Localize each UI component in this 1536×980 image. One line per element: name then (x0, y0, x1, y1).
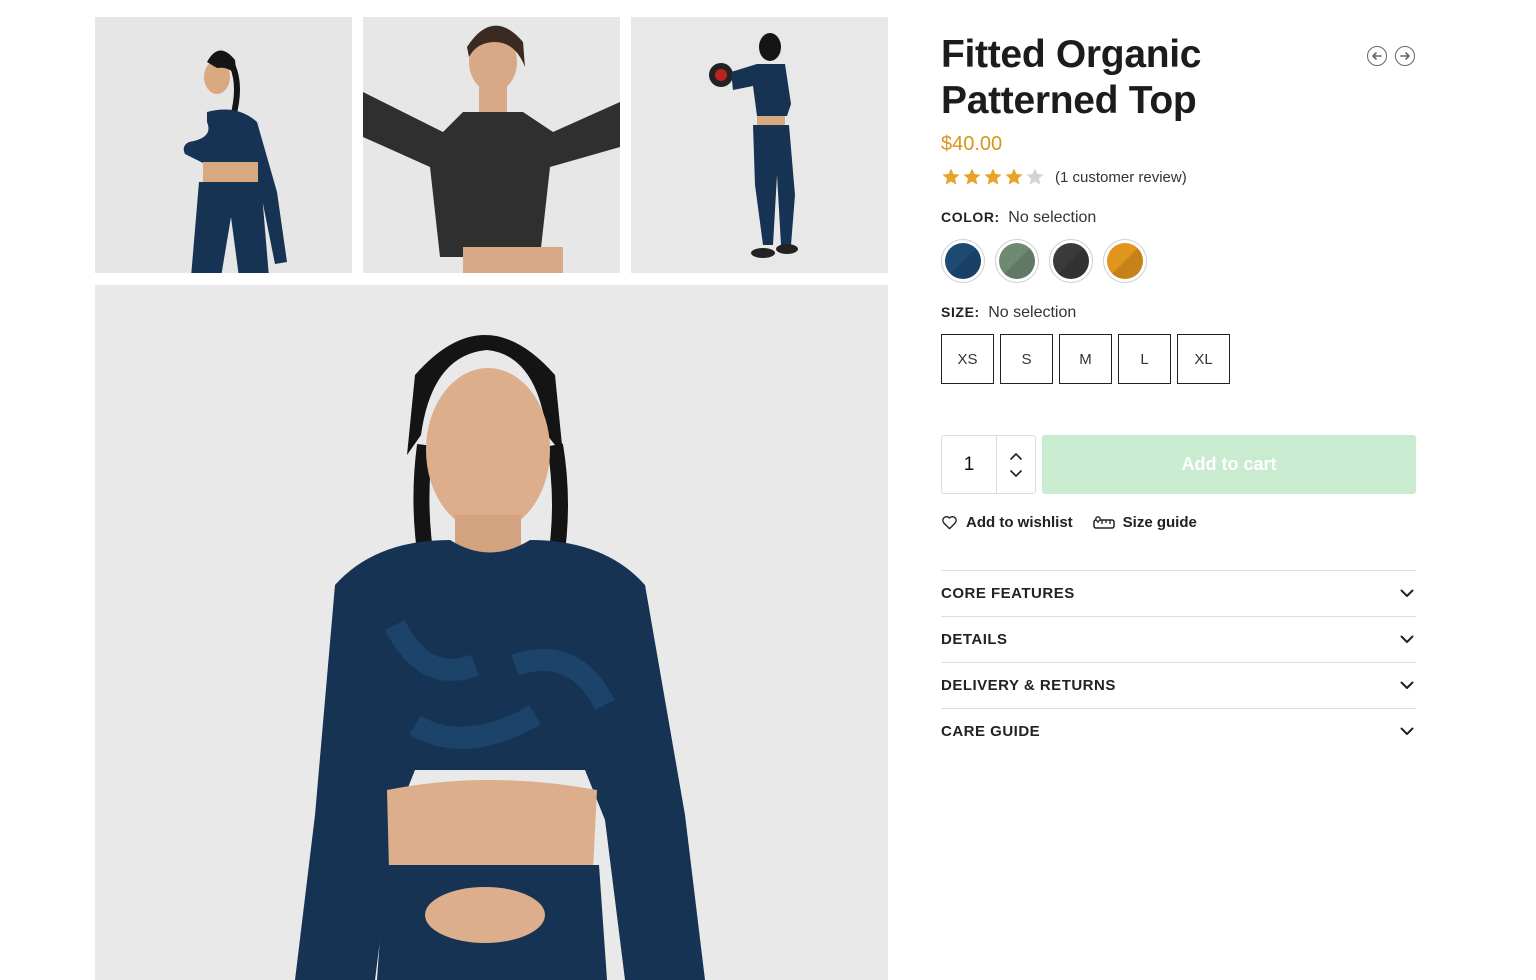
quantity-step-controls (997, 436, 1035, 493)
size-button-l[interactable]: L (1118, 334, 1171, 384)
chevron-down-icon (1400, 635, 1414, 643)
gallery-thumbnail-1[interactable] (95, 17, 352, 273)
color-swatch-charcoal[interactable] (1049, 239, 1093, 283)
chevron-down-icon (1400, 727, 1414, 735)
arrow-left-icon (1372, 52, 1382, 60)
size-guide-label: Size guide (1122, 514, 1197, 531)
add-to-cart-button[interactable]: Add to cart (1042, 435, 1416, 494)
product-accordion: CORE FEATURES DETAILS DELIVERY & RETURNS CA… (941, 570, 1416, 754)
arrow-right-icon (1400, 52, 1410, 60)
size-option-label: SIZE: No selection (941, 304, 1076, 322)
color-option-label: COLOR: No selection (941, 209, 1096, 227)
size-selection-value: No selection (988, 304, 1077, 321)
accordion-title: DELIVERY & RETURNS (941, 677, 1116, 694)
star-filled-icon (942, 168, 960, 185)
model-side-pose-image (95, 17, 352, 273)
quantity-decrease-button[interactable] (1009, 469, 1023, 479)
accordion-core-features[interactable]: CORE FEATURES (941, 570, 1416, 616)
size-button-xl[interactable]: XL (1177, 334, 1230, 384)
swatch-fill (1053, 243, 1089, 279)
size-label: SIZE: (941, 304, 980, 320)
star-empty-icon (1026, 168, 1044, 185)
model-front-image (95, 285, 888, 980)
accordion-delivery-returns[interactable]: DELIVERY & RETURNS (941, 662, 1416, 708)
chevron-up-icon (1010, 452, 1022, 460)
size-buttons: XS S M L XL (941, 334, 1230, 384)
swatch-fill (999, 243, 1035, 279)
ruler-icon (1092, 515, 1115, 529)
gallery-thumbnail-3[interactable] (631, 17, 888, 273)
heart-icon (942, 516, 957, 530)
quantity-input[interactable] (942, 436, 997, 493)
star-filled-icon (984, 168, 1002, 185)
product-rating: (1 customer review) (941, 167, 1187, 187)
color-swatch-orange[interactable] (1103, 239, 1147, 283)
star-filled-icon (963, 168, 981, 185)
model-charcoal-top-image (363, 17, 620, 273)
star-rating (941, 167, 1045, 187)
size-button-s[interactable]: S (1000, 334, 1053, 384)
color-swatch-green-grey[interactable] (995, 239, 1039, 283)
size-button-xs[interactable]: XS (941, 334, 994, 384)
swatch-fill (945, 243, 981, 279)
review-count-link[interactable]: (1 customer review) (1055, 169, 1187, 186)
wishlist-label: Add to wishlist (966, 514, 1073, 531)
chevron-down-icon (1400, 589, 1414, 597)
main-product-image[interactable] (95, 285, 888, 980)
previous-product-button[interactable] (1367, 46, 1387, 66)
quantity-stepper (941, 435, 1036, 494)
next-product-button[interactable] (1395, 46, 1415, 66)
size-guide-link[interactable]: Size guide (1092, 514, 1197, 531)
color-swatch-blue[interactable] (941, 239, 985, 283)
product-navigation (1367, 46, 1415, 66)
swatch-fill (1107, 243, 1143, 279)
star-filled-icon (1005, 168, 1023, 185)
accordion-title: DETAILS (941, 631, 1008, 648)
chevron-down-icon (1010, 469, 1022, 477)
color-label: COLOR: (941, 209, 1000, 225)
color-selection-value: No selection (1008, 209, 1097, 226)
accordion-title: CORE FEATURES (941, 585, 1075, 602)
add-to-wishlist-link[interactable]: Add to wishlist (941, 514, 1073, 531)
product-price: $40.00 (941, 133, 1003, 155)
gallery-thumbnail-2[interactable] (363, 17, 620, 273)
accordion-title: CARE GUIDE (941, 723, 1041, 740)
product-actions: Add to wishlist Size guide (941, 514, 1197, 531)
size-button-m[interactable]: M (1059, 334, 1112, 384)
accordion-care-guide[interactable]: CARE GUIDE (941, 708, 1416, 754)
chevron-down-icon (1400, 681, 1414, 689)
quantity-increase-button[interactable] (1009, 451, 1023, 461)
color-swatches (941, 239, 1147, 283)
accordion-details[interactable]: DETAILS (941, 616, 1416, 662)
product-title: Fitted Organic Patterned Top (941, 33, 1202, 122)
model-back-pose-image (631, 17, 888, 273)
